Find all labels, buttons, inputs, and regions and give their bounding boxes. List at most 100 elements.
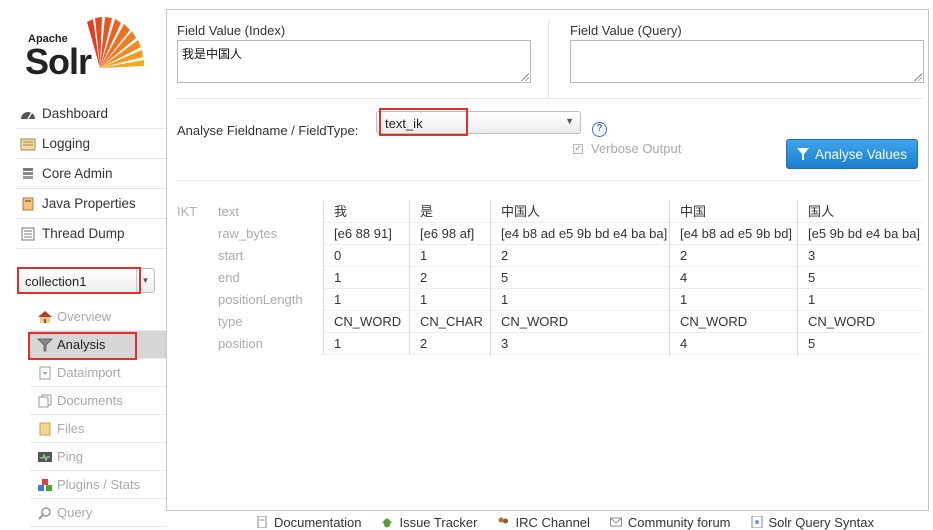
footer-link-community-forum[interactable]: Community forum: [609, 514, 731, 530]
plugins-icon: [38, 478, 52, 491]
resize-grip-icon[interactable]: [914, 73, 922, 81]
documentation-icon: [257, 516, 267, 528]
token-start: 1: [410, 245, 490, 267]
core-item-label: Files: [57, 421, 85, 436]
sidebar-item-label: Logging: [42, 136, 91, 151]
token-position-length: 1: [410, 289, 490, 311]
token-end: 2: [410, 267, 490, 289]
verbose-label: Verbose Output: [591, 141, 682, 156]
verbose-output-toggle[interactable]: ✓ Verbose Output: [573, 141, 681, 156]
query-value-textarea[interactable]: [570, 40, 924, 83]
thread-dump-icon: [21, 227, 35, 240]
resize-grip-icon[interactable]: [521, 73, 529, 81]
core-item-plugins[interactable]: Plugins / Stats: [30, 471, 166, 499]
token-end: 1: [324, 267, 409, 289]
irc-icon: [498, 517, 509, 524]
attribute-label: start: [218, 248, 244, 263]
core-selector[interactable]: collection1 ▼: [18, 268, 155, 293]
sidebar-item-thread-dump[interactable]: Thread Dump: [16, 219, 166, 249]
token-text: 我: [324, 201, 409, 223]
token-position-length: 1: [798, 289, 923, 311]
sidebar-item-logging[interactable]: Logging: [16, 129, 166, 159]
token-type: CN_CHAR: [410, 311, 490, 333]
token-raw-bytes: [e4 b8 ad e5 9b bd e4 ba ba]: [491, 223, 669, 245]
main-nav: Dashboard Logging Core Admin Java Proper…: [16, 99, 166, 249]
core-item-label: Analysis: [57, 337, 106, 352]
logging-icon: [20, 138, 36, 150]
core-item-label: Plugins / Stats: [57, 477, 141, 492]
analyse-values-label: Analyse Values: [814, 146, 908, 162]
analyse-values-button[interactable]: Analyse Values: [786, 139, 918, 169]
footer-link-label: Solr Query Syntax: [768, 514, 875, 530]
token-column: 中国人 [e4 b8 ad e5 9b bd e4 ba ba] 2 5 1 C…: [490, 201, 669, 355]
column-divider: [548, 20, 549, 98]
token-start: 2: [491, 245, 669, 267]
core-item-query[interactable]: Query: [30, 499, 166, 527]
core-selector-value: collection1: [25, 274, 87, 289]
sidebar-item-java-properties[interactable]: Java Properties: [16, 189, 166, 219]
footer-link-label: Issue Tracker: [399, 514, 478, 530]
index-value-text: 我是中国人: [182, 47, 243, 61]
token-raw-bytes: [e5 9b bd e4 ba ba]: [798, 223, 923, 245]
token-column: 中国 [e4 b8 ad e5 9b bd] 2 4 1 CN_WORD 4: [669, 201, 797, 355]
dataimport-icon: [39, 366, 51, 379]
verbose-checkbox[interactable]: ✓: [573, 143, 583, 154]
core-item-files[interactable]: Files: [30, 415, 166, 443]
footer-link-documentation[interactable]: Documentation: [256, 514, 361, 530]
query-icon: [38, 506, 51, 520]
token-position: 4: [670, 333, 797, 355]
analysis-result-table: IKT text raw_bytes start end positionLen…: [177, 201, 923, 356]
sidebar-item-dashboard[interactable]: Dashboard: [16, 99, 166, 129]
footer-link-label: IRC Channel: [515, 514, 590, 530]
analysis-panel: Field Value (Index) 我是中国人 Field Value (Q…: [166, 9, 929, 511]
token-start: 2: [670, 245, 797, 267]
chevron-down-icon[interactable]: ▼: [565, 116, 574, 126]
footer-link-query-syntax[interactable]: Solr Query Syntax: [751, 514, 875, 530]
mail-icon: [609, 517, 622, 527]
bug-icon: [382, 518, 393, 528]
tokenizer-name: IKT: [177, 204, 198, 219]
footer-link-irc-channel[interactable]: IRC Channel: [497, 514, 590, 530]
token-end: 5: [491, 267, 669, 289]
core-item-ping[interactable]: Ping: [30, 443, 166, 471]
documents-icon: [38, 394, 52, 407]
token-start: 0: [324, 245, 409, 267]
overview-icon: [38, 310, 52, 323]
token-column: 国人 [e5 9b bd e4 ba ba] 3 5 1 CN_WORD 5: [797, 201, 923, 355]
solr-logo[interactable]: Apache Solr: [22, 14, 152, 84]
core-item-label: Ping: [57, 449, 84, 464]
files-icon: [39, 422, 51, 435]
token-text: 中国: [670, 201, 797, 223]
token-end: 5: [798, 267, 923, 289]
chevron-down-icon[interactable]: ▼: [136, 269, 154, 292]
core-item-label: Overview: [57, 309, 112, 324]
core-item-label: Query: [57, 505, 93, 520]
filter-icon: [796, 147, 809, 160]
fieldtype-value: text_ik: [385, 116, 423, 131]
token-position: 5: [798, 333, 923, 355]
ping-icon: [38, 451, 52, 462]
sidebar-item-core-admin[interactable]: Core Admin: [16, 159, 166, 189]
index-value-textarea[interactable]: 我是中国人: [177, 40, 531, 83]
help-icon[interactable]: ?: [592, 122, 607, 137]
core-item-label: Dataimport: [57, 365, 121, 380]
index-value-label: Field Value (Index): [177, 23, 286, 38]
sidebar-item-label: Dashboard: [42, 106, 109, 121]
core-nav: Overview Analysis Dataimport Documents F…: [30, 303, 166, 527]
footer-link-issue-tracker[interactable]: Issue Tracker: [381, 514, 477, 530]
token-end: 4: [670, 267, 797, 289]
token-position-length: 1: [670, 289, 797, 311]
token-column: 是 [e6 98 af] 1 2 1 CN_CHAR 2: [409, 201, 490, 355]
fieldtype-select[interactable]: text_ik ▼: [376, 111, 581, 134]
core-item-documents[interactable]: Documents: [30, 387, 166, 415]
footer-link-label: Documentation: [274, 514, 362, 530]
token-position: 2: [410, 333, 490, 355]
core-item-analysis[interactable]: Analysis: [30, 331, 166, 359]
attribute-label: end: [218, 270, 240, 285]
core-item-overview[interactable]: Overview: [30, 303, 166, 331]
token-type: CN_WORD: [491, 311, 669, 333]
core-item-dataimport[interactable]: Dataimport: [30, 359, 166, 387]
attribute-label: type: [218, 314, 243, 329]
core-admin-icon: [23, 167, 33, 179]
core-item-label: Documents: [57, 393, 123, 408]
